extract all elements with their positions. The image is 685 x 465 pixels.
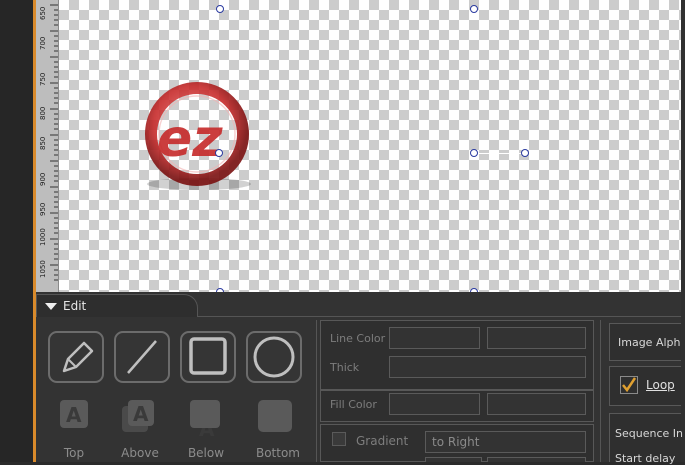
selection-handle[interactable] — [215, 149, 223, 157]
edit-tab-label: Edit — [63, 299, 87, 313]
svg-text:A: A — [66, 403, 82, 427]
bring-forward-button[interactable]: A — [118, 398, 162, 440]
ruler-label: 750 — [39, 72, 47, 86]
layer-below-icon: A — [190, 400, 220, 441]
layer-label-top: Top — [63, 446, 85, 460]
selection-handle[interactable] — [470, 5, 478, 13]
svg-text:A: A — [133, 402, 149, 426]
svg-text:ez: ez — [157, 109, 223, 169]
fill-color-alt-swatch[interactable] — [487, 393, 586, 415]
ellipse-icon — [253, 336, 295, 378]
bring-to-top-button[interactable]: A — [52, 398, 96, 440]
layer-bottom-icon — [258, 400, 292, 432]
layer-label-below: Below — [187, 446, 225, 460]
ruler-label: 700 — [39, 36, 47, 50]
design-canvas[interactable]: ez — [59, 0, 681, 292]
edit-tab[interactable]: Edit — [36, 294, 198, 317]
rectangle-tool-button[interactable] — [180, 331, 236, 383]
gradient-checkbox[interactable] — [332, 432, 346, 446]
pencil-tool-button[interactable] — [48, 331, 104, 383]
selection-handle[interactable] — [216, 5, 224, 13]
line-icon — [127, 340, 157, 374]
gradient-direction-value: to Right — [432, 435, 480, 449]
rotation-handle[interactable] — [521, 149, 529, 157]
pencil-icon — [62, 341, 94, 373]
send-to-bottom-button[interactable] — [254, 398, 298, 440]
ruler-label: 650 — [39, 6, 47, 20]
right-edge-bar — [681, 0, 685, 462]
ruler-label: 800 — [39, 106, 47, 120]
ruler-label: 1050 — [39, 260, 47, 278]
ez-logo-image[interactable]: ez — [127, 82, 267, 192]
start-delay-label: Start delay — [615, 452, 676, 465]
gradient-stop-b[interactable] — [487, 457, 586, 462]
collapse-triangle-icon[interactable] — [45, 303, 57, 310]
image-alpha-label: Image Alph — [618, 336, 681, 349]
selection-handle[interactable] — [470, 149, 478, 157]
gradient-direction-select[interactable]: to Right — [425, 431, 586, 453]
gradient-stop-a[interactable] — [425, 457, 482, 462]
loop-checkbox[interactable] — [620, 376, 638, 394]
panel-separator — [600, 320, 601, 462]
layer-label-bottom: Bottom — [255, 446, 300, 460]
layer-label-above: Above — [121, 446, 159, 460]
checkmark-icon — [622, 377, 637, 393]
panel-separator — [316, 320, 317, 462]
left-frame — [0, 0, 36, 462]
line-tool-button[interactable] — [114, 331, 170, 383]
line-color-swatch[interactable] — [389, 327, 480, 349]
ellipse-tool-button[interactable] — [246, 331, 302, 383]
line-color-alt-swatch[interactable] — [487, 327, 586, 349]
loop-label[interactable]: Loop — [646, 378, 675, 392]
ruler-label: 1000 — [39, 228, 47, 246]
gradient-label: Gradient — [356, 434, 409, 448]
ruler-label: 850 — [39, 136, 47, 150]
rotation-line — [478, 153, 526, 154]
ruler-label: 900 — [39, 172, 47, 186]
thickness-input[interactable] — [389, 356, 586, 378]
fill-color-label: Fill Color — [330, 398, 377, 411]
sequence-label: Sequence In — [615, 427, 683, 440]
thick-label: Thick — [330, 361, 360, 374]
vertical-ruler[interactable]: 650 700 750 800 850 900 950 1000 1050 — [36, 0, 59, 292]
send-backward-button[interactable]: A — [184, 398, 228, 441]
rectangle-icon — [189, 337, 227, 375]
line-color-label: Line Color — [330, 332, 386, 345]
layer-above-icon: A — [122, 400, 154, 432]
layer-top-icon: A — [60, 400, 88, 428]
ruler-label: 950 — [39, 202, 47, 216]
fill-color-swatch[interactable] — [389, 393, 480, 415]
